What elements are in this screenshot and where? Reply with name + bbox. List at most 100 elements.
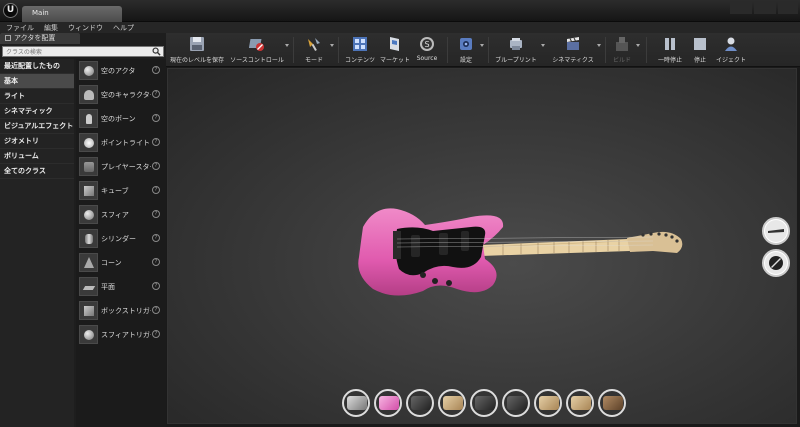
material-swatch[interactable] [406,389,434,417]
blueprints-label: ブループリント [495,57,537,64]
content-browser-icon [353,37,367,51]
save-level-button[interactable]: 現在のレベルを保存 [168,35,226,65]
level-tab[interactable]: Main [22,6,122,22]
material-swatch[interactable] [374,389,402,417]
material-tool-icon [765,252,787,274]
blueprints-dropdown-icon[interactable] [541,44,545,47]
material-swatch[interactable] [598,389,626,417]
help-icon[interactable]: ? [152,114,160,122]
maximize-button[interactable] [754,2,776,14]
menu-edit[interactable]: 編集 [44,23,58,33]
eject-icon [725,37,737,51]
material-swatch[interactable] [438,389,466,417]
plane-icon [79,277,98,296]
settings-label: 設定 [459,57,472,64]
build-button[interactable]: ビルド [608,35,636,65]
help-icon[interactable]: ? [152,210,160,218]
cinematics-dropdown-icon[interactable] [597,44,601,47]
actor-item-cylinder[interactable]: シリンダー ? [76,227,166,251]
stop-label: 停止 [693,57,706,64]
source-control-label: ソースコントロール [230,57,284,64]
material-swatch[interactable] [470,389,498,417]
stop-button[interactable]: 停止 [688,35,712,65]
help-icon[interactable]: ? [152,258,160,266]
pause-button[interactable]: 一時停止 [652,35,688,65]
level-viewport[interactable] [167,68,797,424]
actor-item-cone[interactable]: コーン ? [76,251,166,275]
blueprints-button[interactable]: ブループリント [491,35,541,65]
modes-button[interactable]: モード [296,35,332,65]
actor-label: 平面 [101,283,115,291]
cinematics-button[interactable]: シネマティクス [548,35,598,65]
marketplace-icon [390,37,399,51]
guitar-model[interactable] [353,201,693,301]
help-icon[interactable]: ? [152,186,160,194]
content-button[interactable]: コンテンツ [341,35,379,65]
help-icon[interactable]: ? [152,138,160,146]
sphere-icon [79,61,98,80]
point-light-icon [79,133,98,152]
actor-item-player-start[interactable]: プレイヤースター| ? [76,155,166,179]
menu-window[interactable]: ウィンドウ [68,23,103,33]
help-icon[interactable]: ? [152,234,160,242]
actor-item-box-trigger[interactable]: ボックストリガー ? [76,299,166,323]
modes-dropdown-icon[interactable] [330,44,334,47]
place-actors-tab[interactable]: アクタを配置 [0,33,80,44]
actor-item-sphere-trigger[interactable]: スフィアトリガー ? [76,323,166,347]
save-level-label: 現在のレベルを保存 [169,57,224,64]
actor-item-point-light[interactable]: ポイントライト ? [76,131,166,155]
source-button[interactable]: S Source [412,35,442,65]
category-lights[interactable]: ライト [0,89,74,104]
pawn-icon [79,109,98,128]
help-icon[interactable]: ? [152,282,160,290]
actor-item-empty-actor[interactable]: 空のアクタ ? [76,59,166,83]
source-control-dropdown-icon[interactable] [285,44,289,47]
actor-item-empty-character[interactable]: 空のキャラクター ? [76,83,166,107]
marketplace-button[interactable]: マーケット [380,35,410,65]
category-volumes[interactable]: ボリューム [0,149,74,164]
material-swatch[interactable] [566,389,594,417]
help-icon[interactable]: ? [152,162,160,170]
blueprints-icon [510,38,522,50]
actor-item-cube[interactable]: キューブ ? [76,179,166,203]
material-swatch[interactable] [534,389,562,417]
source-control-icon [249,39,264,51]
settings-button[interactable]: 設定 [450,35,482,65]
actor-item-empty-pawn[interactable]: 空のポーン ? [76,107,166,131]
player-start-icon [79,157,98,176]
build-icon [616,37,628,51]
search-icon[interactable] [152,47,161,56]
minimize-button[interactable] [730,2,752,14]
help-icon[interactable]: ? [152,66,160,74]
material-swatch[interactable] [342,389,370,417]
material-swatch[interactable] [502,389,530,417]
eject-button[interactable]: イジェクト [714,35,748,65]
pickguard-tool-button[interactable] [762,217,790,245]
source-label: Source [416,55,438,62]
toolbar-separator [646,37,647,63]
class-search-input[interactable] [3,48,151,57]
toolbar-separator [293,37,294,63]
source-control-button[interactable]: ソースコントロール [228,35,286,65]
material-tool-button[interactable] [762,249,790,277]
menu-file[interactable]: ファイル [6,23,34,33]
category-basic[interactable]: 基本 [0,74,74,89]
category-visual-effects[interactable]: ビジュアルエフェクト [0,119,74,134]
category-all-classes[interactable]: 全てのクラス [0,164,74,179]
category-geometry[interactable]: ジオメトリ [0,134,74,149]
menu-help[interactable]: ヘルプ [113,23,134,33]
help-icon[interactable]: ? [152,90,160,98]
content-label: コンテンツ [344,57,375,64]
category-recent[interactable]: 最近配置したもの [0,59,74,74]
help-icon[interactable]: ? [152,306,160,314]
close-button[interactable] [778,2,798,14]
actor-item-plane[interactable]: 平面 ? [76,275,166,299]
settings-dropdown-icon[interactable] [480,44,484,47]
build-dropdown-icon[interactable] [636,44,640,47]
actor-label: 空のアクタ [101,67,136,75]
svg-text:S: S [424,40,429,49]
actor-item-sphere[interactable]: スフィア ? [76,203,166,227]
category-cinematic[interactable]: シネマティック [0,104,74,119]
pause-icon [665,38,675,50]
help-icon[interactable]: ? [152,330,160,338]
